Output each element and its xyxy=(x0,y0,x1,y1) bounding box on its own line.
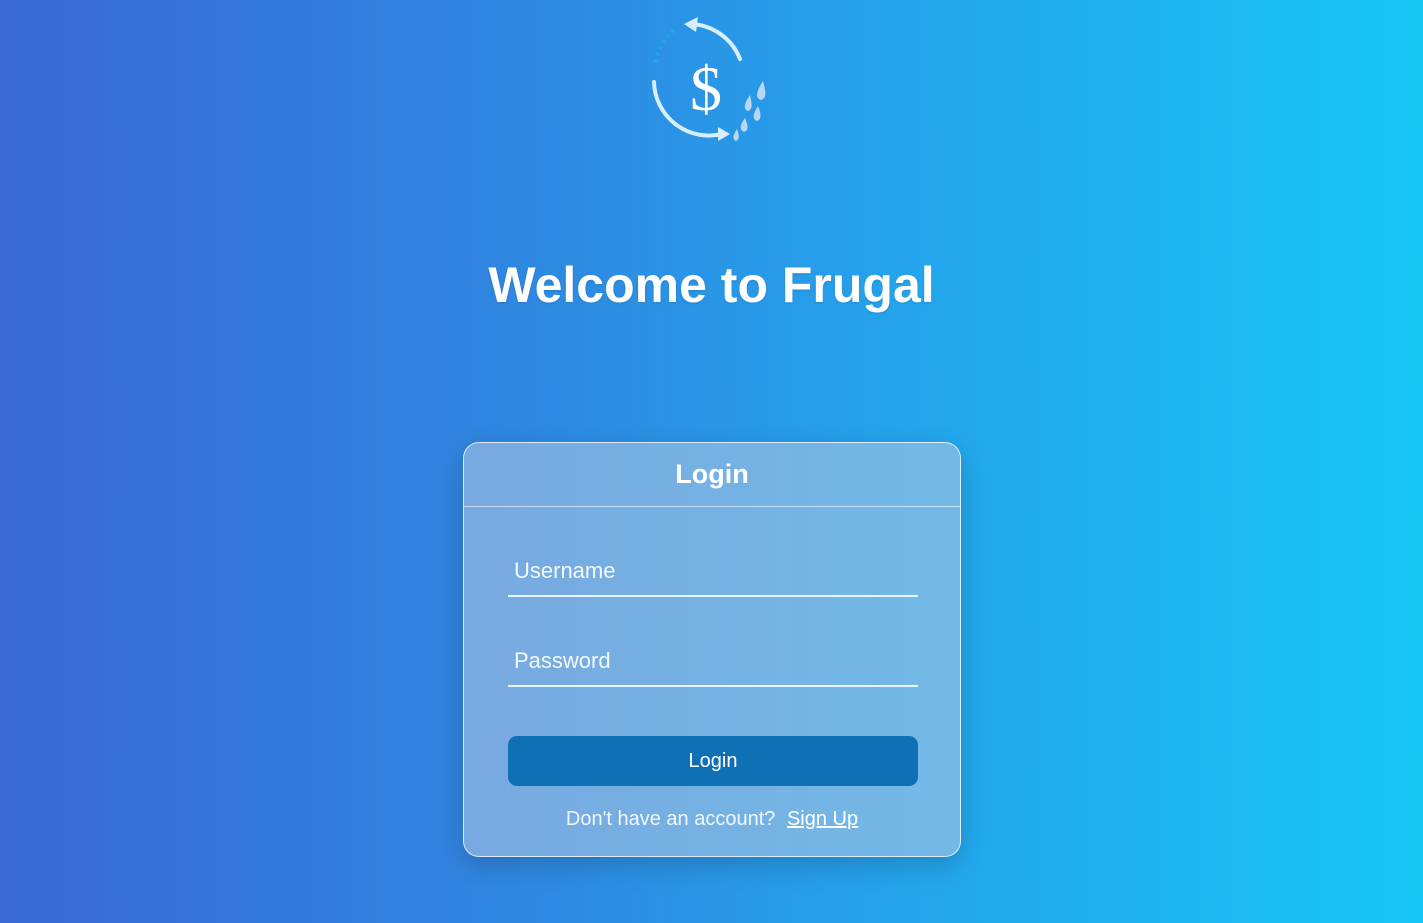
login-button[interactable]: Login xyxy=(508,736,918,786)
login-card: Login Login Don't have an account? Sign … xyxy=(463,442,961,857)
password-field-container xyxy=(508,637,918,687)
signup-prompt: Don't have an account? xyxy=(565,808,776,830)
page-title: Welcome to Frugal xyxy=(488,257,935,313)
password-input[interactable] xyxy=(508,637,918,685)
dollar-sign-icon: $ xyxy=(690,53,722,124)
frugal-logo-icon: $ xyxy=(640,14,780,149)
signup-row: Don't have an account? Sign Up xyxy=(464,808,960,831)
login-card-title: Login xyxy=(464,443,960,507)
username-field-container xyxy=(508,547,918,597)
username-input[interactable] xyxy=(508,547,918,595)
signup-link[interactable]: Sign Up xyxy=(787,808,858,830)
